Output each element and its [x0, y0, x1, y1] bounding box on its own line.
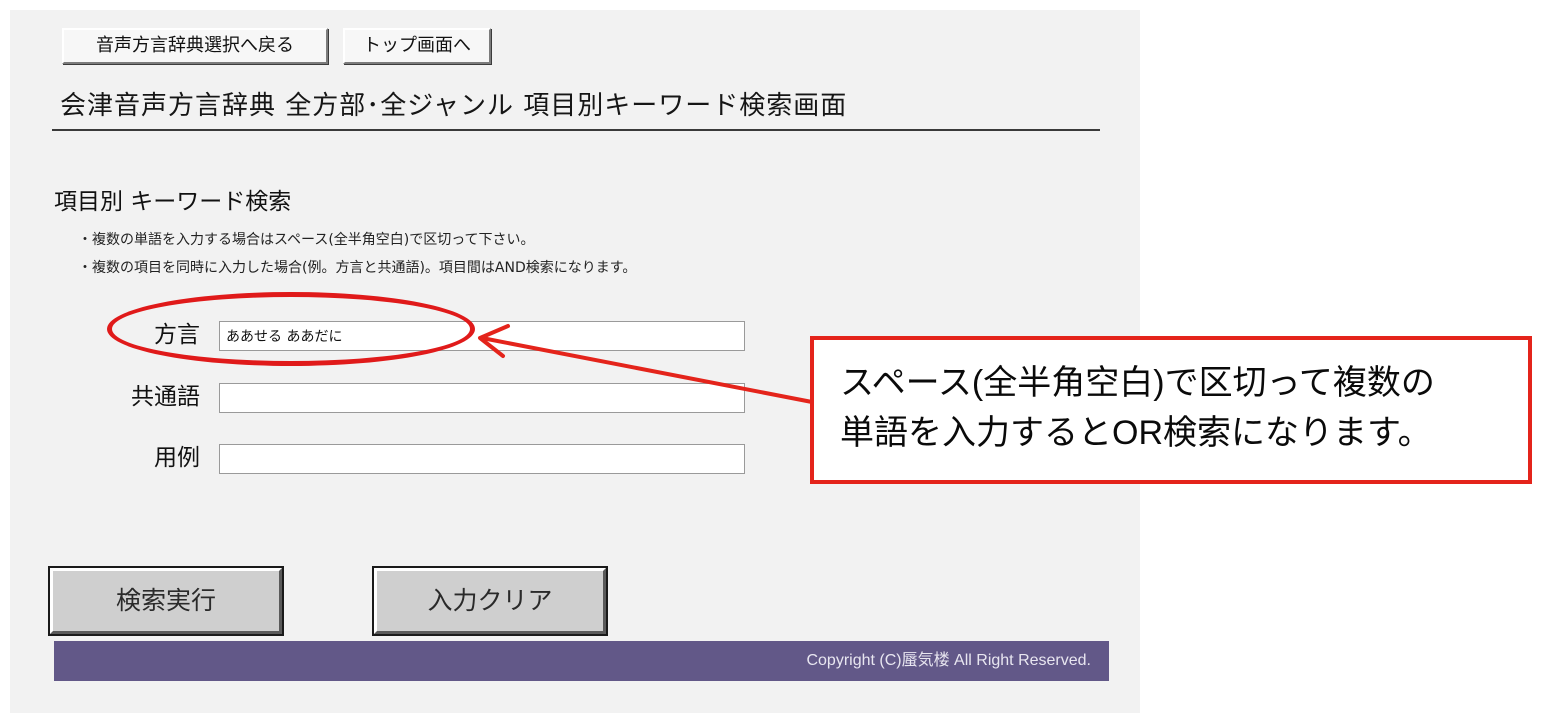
instruction-note: ・複数の項目を同時に入力した場合(例。方言と共通語)。項目間はAND検索になりま…	[78, 260, 637, 276]
callout-line: 単語を入力するとOR検索になります。	[840, 414, 1432, 452]
annotation-callout: スペース(全半角空白)で区切って複数の 単語を入力するとOR検索になります。	[810, 336, 1532, 484]
page-title: 会津音声方言辞典 全方部･全ジャンル 項目別キーワード検索画面	[60, 91, 848, 121]
standard-word-input[interactable]	[219, 383, 745, 413]
example-input[interactable]	[219, 444, 745, 474]
instruction-note: ・複数の単語を入力する場合はスペース(全半角空白)で区切って下さい。	[78, 232, 535, 248]
clear-input-button[interactable]: 入力クリア	[374, 568, 606, 634]
dialect-input[interactable]	[219, 321, 745, 351]
to-top-screen-button[interactable]: トップ画面へ	[343, 28, 491, 64]
section-heading: 項目別 キーワード検索	[54, 189, 292, 215]
copyright-text: Copyright (C)蜃気楼 All Right Reserved.	[806, 652, 1091, 669]
screenshot-stage: 音声方言辞典選択へ戻る トップ画面へ 会津音声方言辞典 全方部･全ジャンル 項目…	[0, 0, 1547, 713]
title-divider	[52, 129, 1100, 131]
execute-search-button[interactable]: 検索実行	[50, 568, 282, 634]
callout-line: スペース(全半角空白)で区切って複数の	[840, 364, 1435, 402]
back-to-dictionary-select-button[interactable]: 音声方言辞典選択へ戻る	[62, 28, 328, 64]
footer-bar: Copyright (C)蜃気楼 All Right Reserved.	[54, 641, 1109, 681]
example-field-label: 用例	[154, 445, 200, 471]
dialect-field-label: 方言	[154, 322, 200, 348]
standard-word-field-label: 共通語	[131, 384, 200, 410]
